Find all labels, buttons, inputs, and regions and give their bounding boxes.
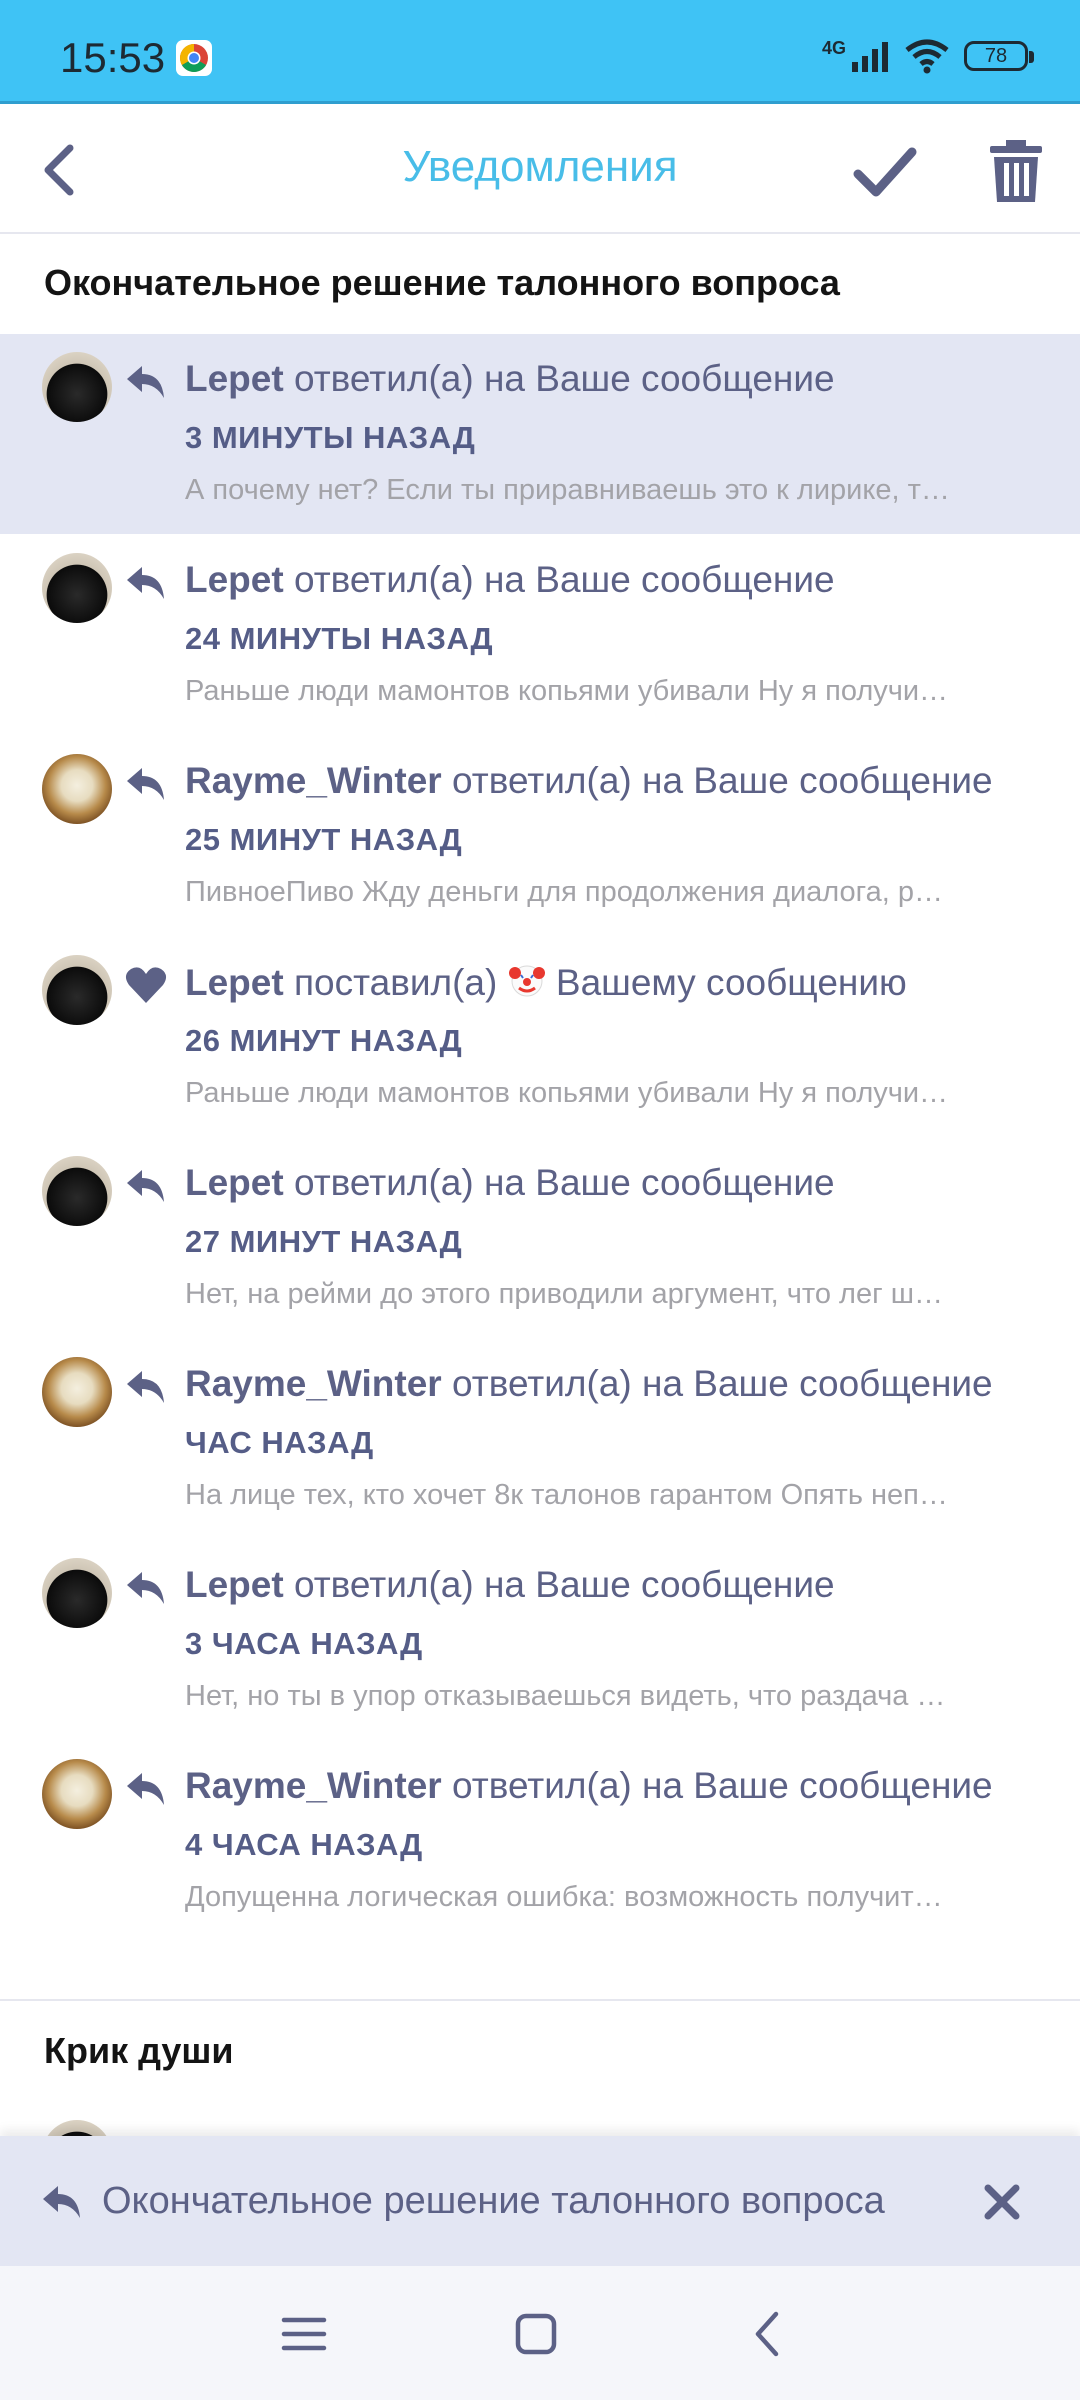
- avatar[interactable]: [42, 1357, 112, 1427]
- avatar[interactable]: [42, 553, 112, 623]
- action-text: ответил(а) на Ваше сообщение: [452, 760, 993, 801]
- app-header: Уведомления: [0, 104, 1080, 234]
- timestamp: 24 МИНУТЫ НАЗАД: [185, 621, 494, 656]
- username[interactable]: Rayme_Winter: [185, 1363, 442, 1404]
- notification-item[interactable]: Rayme_Winter ответил(а) на Ваше сообщени…: [0, 1339, 1080, 1539]
- reply-icon: [127, 768, 164, 800]
- message-snippet: ПивноеПиво Жду деньги для продолжения ди…: [185, 876, 943, 908]
- back-triangle-icon[interactable]: [742, 2308, 794, 2360]
- notification-item[interactable]: Rayme_Winter ответил(а) на Ваше сообщени…: [0, 736, 1080, 936]
- wifi-icon: [905, 39, 949, 74]
- timestamp: 27 МИНУТ НАЗАД: [185, 1224, 463, 1259]
- notification-item[interactable]: Lepet ответил(а) на Ваше сообщение 3 ЧАС…: [0, 1540, 1080, 1740]
- thread-bar[interactable]: Окончательное решение талонного вопроса: [0, 2136, 1080, 2266]
- reply-icon: [43, 2186, 80, 2218]
- action-text: ответил(а) на Ваше сообщение: [452, 1363, 993, 1404]
- message-snippet: Допущенна логическая ошибка: возможность…: [185, 1881, 943, 1913]
- battery-level: 78: [984, 44, 1008, 67]
- action-text: ответил(а) на Ваше сообщение: [452, 1765, 993, 1806]
- home-square-icon[interactable]: [510, 2308, 562, 2360]
- message-snippet: Раньше люди мамонтов копьями убивали Ну …: [185, 675, 949, 707]
- network-type: 4G: [821, 37, 846, 58]
- page-title: Уведомления: [402, 142, 678, 191]
- username[interactable]: Lepet: [185, 962, 284, 1003]
- avatar[interactable]: [42, 1759, 112, 1829]
- notification-item[interactable]: Lepet поставил(а) Вашему сообщению 26 МИ…: [0, 937, 1080, 1137]
- action-text: ответил(а) на Ваше сообщение: [293, 559, 835, 600]
- notification-item[interactable]: Lepet ответил(а) на Ваше сообщение 27 МИ…: [0, 1138, 1080, 1338]
- notification-item[interactable]: Lepet ответил(а) на Ваше сообщение 3 МИН…: [0, 334, 1080, 534]
- signal-icon: [852, 42, 888, 72]
- avatar[interactable]: [42, 1558, 112, 1628]
- action-text: поставил(а): [293, 962, 498, 1003]
- status-indicators: 4G 78: [821, 34, 1034, 78]
- timestamp: ЧАС НАЗАД: [185, 1425, 374, 1460]
- system-nav-bar: [0, 2266, 1080, 2400]
- battery-icon: 78: [964, 41, 1034, 71]
- menu-icon[interactable]: [278, 2308, 330, 2360]
- message-snippet: Раньше люди мамонтов копьями убивали Ну …: [185, 1077, 949, 1109]
- check-icon[interactable]: [852, 142, 918, 202]
- section-title[interactable]: Окончательное решение талонного вопроса: [44, 262, 840, 304]
- action-suffix: Вашему сообщению: [555, 962, 907, 1003]
- username[interactable]: Lepet: [185, 559, 284, 600]
- heart-icon: [125, 967, 167, 1003]
- action-text: ответил(а) на Ваше сообщение: [293, 1162, 835, 1203]
- timestamp: 26 МИНУТ НАЗАД: [185, 1023, 463, 1058]
- notification-item[interactable]: Rayme_Winter ответил(а) на Ваше сообщени…: [0, 1741, 1080, 1941]
- notification-text: Lepet ответил(а) на Ваше сообщение: [185, 1162, 835, 1204]
- status-clock: 15:53: [60, 34, 166, 81]
- notification-text: Rayme_Winter ответил(а) на Ваше сообщени…: [185, 1765, 993, 1807]
- timestamp: 3 ЧАСА НАЗАД: [185, 1626, 423, 1661]
- notification-text: Lepet ответил(а) на Ваше сообщение: [185, 559, 835, 601]
- section-title[interactable]: Крик души: [44, 2030, 234, 2072]
- avatar[interactable]: [42, 1156, 112, 1226]
- username[interactable]: Lepet: [185, 1564, 284, 1605]
- message-snippet: На лице тех, кто хочет 8к талонов гарант…: [185, 1479, 948, 1511]
- notification-text: Rayme_Winter ответил(а) на Ваше сообщени…: [185, 1363, 993, 1405]
- username[interactable]: Lepet: [185, 1162, 284, 1203]
- reply-icon: [127, 1371, 164, 1403]
- close-icon[interactable]: [980, 2180, 1024, 2224]
- notification-text: Lepet ответил(а) на Ваше сообщение: [185, 358, 835, 400]
- notification-text: Lepet ответил(а) на Ваше сообщение: [185, 1564, 835, 1606]
- message-snippet: Нет, но ты в упор отказываешься видеть, …: [185, 1680, 946, 1712]
- avatar[interactable]: [42, 955, 112, 1025]
- username[interactable]: Rayme_Winter: [185, 1765, 442, 1806]
- message-snippet: Нет, на рейми до этого приводили аргумен…: [185, 1278, 943, 1310]
- avatar[interactable]: [42, 352, 112, 422]
- username[interactable]: Lepet: [185, 358, 284, 399]
- timestamp: 25 МИНУТ НАЗАД: [185, 822, 463, 857]
- action-text: ответил(а) на Ваше сообщение: [293, 1564, 835, 1605]
- username[interactable]: Rayme_Winter: [185, 760, 442, 801]
- timestamp: 4 ЧАСА НАЗАД: [185, 1827, 423, 1862]
- reply-icon: [127, 567, 164, 599]
- notification-text: Lepet поставил(а) Вашему сообщению: [185, 961, 907, 1004]
- chrome-icon: [176, 40, 212, 76]
- trash-icon[interactable]: [986, 138, 1046, 204]
- reply-icon: [127, 1170, 164, 1202]
- section-divider: [0, 1999, 1080, 2001]
- notification-text: Rayme_Winter ответил(а) на Ваше сообщени…: [185, 760, 993, 802]
- message-snippet: А почему нет? Если ты приравниваешь это …: [185, 474, 950, 506]
- status-bar: 15:53 4G 78: [0, 0, 1080, 104]
- reply-icon: [127, 1572, 164, 1604]
- thread-title[interactable]: Окончательное решение талонного вопроса: [102, 2180, 885, 2223]
- action-text: ответил(а) на Ваше сообщение: [293, 358, 835, 399]
- clown-emoji-icon: [508, 965, 545, 997]
- reply-icon: [127, 1773, 164, 1805]
- avatar[interactable]: [42, 754, 112, 824]
- reply-icon: [127, 366, 164, 398]
- timestamp: 3 МИНУТЫ НАЗАД: [185, 420, 476, 455]
- notification-item[interactable]: Lepet ответил(а) на Ваше сообщение 24 МИ…: [0, 535, 1080, 735]
